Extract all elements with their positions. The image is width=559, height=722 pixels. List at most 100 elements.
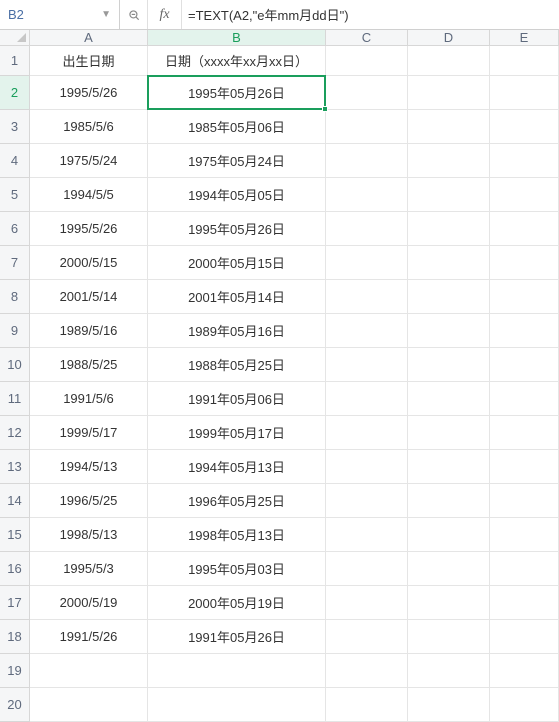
row-header-8[interactable]: 8 <box>0 280 30 314</box>
col-header-A[interactable]: A <box>30 30 148 46</box>
cell-E5[interactable] <box>490 178 559 212</box>
cell-E6[interactable] <box>490 212 559 246</box>
row-header-11[interactable]: 11 <box>0 382 30 416</box>
cell-D13[interactable] <box>408 450 490 484</box>
cell-A18[interactable]: 1991/5/26 <box>30 620 148 654</box>
cell-E4[interactable] <box>490 144 559 178</box>
cell-B18[interactable]: 1991年05月26日 <box>148 620 326 654</box>
cell-E10[interactable] <box>490 348 559 382</box>
cell-D17[interactable] <box>408 586 490 620</box>
cell-E16[interactable] <box>490 552 559 586</box>
cell-C5[interactable] <box>326 178 408 212</box>
row-header-18[interactable]: 18 <box>0 620 30 654</box>
row-header-6[interactable]: 6 <box>0 212 30 246</box>
cell-A3[interactable]: 1985/5/6 <box>30 110 148 144</box>
cell-E2[interactable] <box>490 76 559 110</box>
cell-D2[interactable] <box>408 76 490 110</box>
cell-B17[interactable]: 2000年05月19日 <box>148 586 326 620</box>
cell-A2[interactable]: 1995/5/26 <box>30 76 148 110</box>
col-header-E[interactable]: E <box>490 30 559 46</box>
row-header-15[interactable]: 15 <box>0 518 30 552</box>
cell-A10[interactable]: 1988/5/25 <box>30 348 148 382</box>
cell-E20[interactable] <box>490 688 559 722</box>
cell-C2[interactable] <box>326 76 408 110</box>
cell-B13[interactable]: 1994年05月13日 <box>148 450 326 484</box>
cell-B2[interactable]: 1995年05月26日 <box>148 76 326 110</box>
cell-E13[interactable] <box>490 450 559 484</box>
cell-A4[interactable]: 1975/5/24 <box>30 144 148 178</box>
cell-E11[interactable] <box>490 382 559 416</box>
cell-B8[interactable]: 2001年05月14日 <box>148 280 326 314</box>
select-all-corner[interactable] <box>0 30 30 46</box>
cell-D11[interactable] <box>408 382 490 416</box>
row-header-13[interactable]: 13 <box>0 450 30 484</box>
cell-A7[interactable]: 2000/5/15 <box>30 246 148 280</box>
cell-D8[interactable] <box>408 280 490 314</box>
cell-D3[interactable] <box>408 110 490 144</box>
cell-D20[interactable] <box>408 688 490 722</box>
row-header-10[interactable]: 10 <box>0 348 30 382</box>
name-box[interactable]: B2 ▼ <box>0 0 120 29</box>
cell-C3[interactable] <box>326 110 408 144</box>
cell-A12[interactable]: 1999/5/17 <box>30 416 148 450</box>
cell-B3[interactable]: 1985年05月06日 <box>148 110 326 144</box>
cell-E18[interactable] <box>490 620 559 654</box>
cell-B9[interactable]: 1989年05月16日 <box>148 314 326 348</box>
row-header-7[interactable]: 7 <box>0 246 30 280</box>
cell-D18[interactable] <box>408 620 490 654</box>
cell-A6[interactable]: 1995/5/26 <box>30 212 148 246</box>
cell-D15[interactable] <box>408 518 490 552</box>
formula-input[interactable] <box>182 0 559 29</box>
cell-D1[interactable] <box>408 46 490 76</box>
cell-D16[interactable] <box>408 552 490 586</box>
cell-D4[interactable] <box>408 144 490 178</box>
cell-C17[interactable] <box>326 586 408 620</box>
fx-icon[interactable]: fx <box>148 0 182 29</box>
cell-B20[interactable] <box>148 688 326 722</box>
row-header-5[interactable]: 5 <box>0 178 30 212</box>
expand-icon[interactable] <box>120 0 148 29</box>
cell-E8[interactable] <box>490 280 559 314</box>
col-header-B[interactable]: B <box>148 30 326 46</box>
cell-B7[interactable]: 2000年05月15日 <box>148 246 326 280</box>
dropdown-icon[interactable]: ▼ <box>101 9 111 20</box>
row-header-4[interactable]: 4 <box>0 144 30 178</box>
cell-E15[interactable] <box>490 518 559 552</box>
cell-A1[interactable]: 出生日期 <box>30 46 148 76</box>
cell-C7[interactable] <box>326 246 408 280</box>
row-header-17[interactable]: 17 <box>0 586 30 620</box>
cell-E19[interactable] <box>490 654 559 688</box>
cell-E9[interactable] <box>490 314 559 348</box>
col-header-C[interactable]: C <box>326 30 408 46</box>
cell-E1[interactable] <box>490 46 559 76</box>
cell-D7[interactable] <box>408 246 490 280</box>
cell-B6[interactable]: 1995年05月26日 <box>148 212 326 246</box>
cell-E3[interactable] <box>490 110 559 144</box>
cell-C20[interactable] <box>326 688 408 722</box>
row-header-1[interactable]: 1 <box>0 46 30 76</box>
cell-B11[interactable]: 1991年05月06日 <box>148 382 326 416</box>
cell-D6[interactable] <box>408 212 490 246</box>
row-header-20[interactable]: 20 <box>0 688 30 722</box>
cell-B1[interactable]: 日期（xxxx年xx月xx日） <box>148 46 326 76</box>
cell-C6[interactable] <box>326 212 408 246</box>
cell-C10[interactable] <box>326 348 408 382</box>
cell-E12[interactable] <box>490 416 559 450</box>
cell-B12[interactable]: 1999年05月17日 <box>148 416 326 450</box>
cell-A14[interactable]: 1996/5/25 <box>30 484 148 518</box>
cell-C12[interactable] <box>326 416 408 450</box>
cell-D9[interactable] <box>408 314 490 348</box>
cell-B4[interactable]: 1975年05月24日 <box>148 144 326 178</box>
cell-C15[interactable] <box>326 518 408 552</box>
row-header-19[interactable]: 19 <box>0 654 30 688</box>
cell-A8[interactable]: 2001/5/14 <box>30 280 148 314</box>
cell-C16[interactable] <box>326 552 408 586</box>
cell-B10[interactable]: 1988年05月25日 <box>148 348 326 382</box>
cell-A16[interactable]: 1995/5/3 <box>30 552 148 586</box>
cell-C14[interactable] <box>326 484 408 518</box>
cell-A5[interactable]: 1994/5/5 <box>30 178 148 212</box>
cell-C11[interactable] <box>326 382 408 416</box>
cell-B14[interactable]: 1996年05月25日 <box>148 484 326 518</box>
cell-E17[interactable] <box>490 586 559 620</box>
cell-C13[interactable] <box>326 450 408 484</box>
